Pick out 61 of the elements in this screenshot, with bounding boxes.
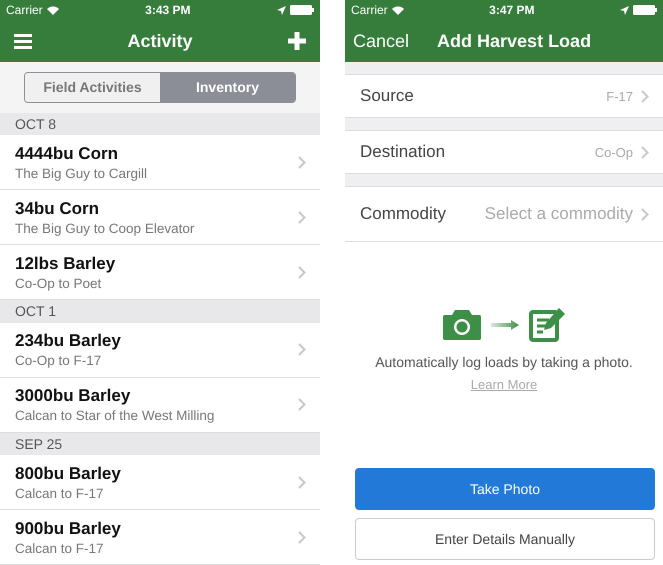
cancel-button[interactable]: Cancel <box>353 30 410 52</box>
battery-icon <box>633 5 657 15</box>
row-title: 234bu Barley <box>15 331 122 352</box>
plus-icon[interactable] <box>288 32 306 50</box>
wifi-icon <box>392 6 404 14</box>
take-photo-button[interactable]: Take Photo <box>355 468 655 510</box>
chevron-icon <box>298 343 306 356</box>
menu-icon[interactable] <box>14 34 32 48</box>
row-subtitle: Co-Op to Poet <box>15 276 102 291</box>
location-icon <box>277 6 286 14</box>
field-label: Source <box>360 86 415 106</box>
battery-icon <box>290 5 314 15</box>
field-label: Destination <box>360 142 446 162</box>
field-value: F-17 <box>606 88 633 104</box>
nav-title: Add Harvest Load <box>437 30 592 52</box>
list-row[interactable]: 900bu Barley Calcan to F-17 <box>0 510 320 565</box>
list-row[interactable]: 800bu Barley Calcan to F-17 <box>0 455 320 510</box>
wifi-icon <box>46 6 59 14</box>
chevron-icon <box>298 476 306 489</box>
chevron-icon <box>641 208 649 220</box>
manual-entry-button[interactable]: Enter Details Manually <box>355 518 655 560</box>
chevron-icon <box>298 266 306 279</box>
chevron-icon <box>641 146 649 158</box>
field-value: Co-Op <box>594 144 633 160</box>
row-title: 900bu Barley <box>15 518 122 539</box>
row-title: 12lbs Barley <box>15 254 116 274</box>
row-title: 3000bu Barley <box>15 386 132 406</box>
row-subtitle: The Big Guy to Coop Elevator <box>15 220 196 236</box>
list-row[interactable]: 34bu Corn The Big Guy to Coop Elevator <box>0 190 320 246</box>
segment-tab[interactable]: Field Activities <box>25 72 160 102</box>
location-icon <box>620 6 629 14</box>
section-header: SEP 25 <box>0 432 320 456</box>
nav-title: Activity <box>127 30 193 52</box>
chevron-icon <box>298 210 306 224</box>
row-subtitle: The Big Guy to Cargill <box>15 166 148 181</box>
list-row[interactable]: 4444bu Corn The Big Guy to Cargill <box>0 135 320 190</box>
field-label: Commodity <box>360 204 447 224</box>
list-row[interactable]: 234bu Barley Co-Op to F-17 <box>0 322 320 378</box>
chevron-icon <box>641 90 649 102</box>
section-header: OCT 1 <box>0 300 320 323</box>
row-title: 4444bu Corn <box>15 144 119 164</box>
section-header: OCT 8 <box>0 112 320 136</box>
arrow-icon <box>491 320 519 330</box>
row-title: 34bu Corn <box>15 198 100 219</box>
carrier-label: Carrier <box>6 3 43 17</box>
row-title: 800bu Barley <box>15 464 122 484</box>
status-time: 3:47 PM <box>489 3 535 17</box>
row-subtitle: Calcan to F-17 <box>15 486 105 501</box>
row-subtitle: Calcan to Star of the West Milling <box>15 408 216 424</box>
carrier-label: Carrier <box>351 3 388 17</box>
row-subtitle: Co-Op to F-17 <box>15 353 102 368</box>
hint-text: Automatically log loads by taking a photo. <box>374 354 634 370</box>
status-time: 3:43 PM <box>145 3 191 17</box>
chevron-icon <box>298 398 306 412</box>
chevron-icon <box>298 156 306 169</box>
field-placeholder: Select a commodity <box>484 204 633 224</box>
camera-icon <box>443 310 481 340</box>
row-subtitle: Calcan to F-17 <box>15 540 105 556</box>
note-edit-icon <box>529 308 565 342</box>
chevron-icon <box>298 530 306 544</box>
form-row[interactable]: Commodity Select a commodity <box>345 187 663 242</box>
